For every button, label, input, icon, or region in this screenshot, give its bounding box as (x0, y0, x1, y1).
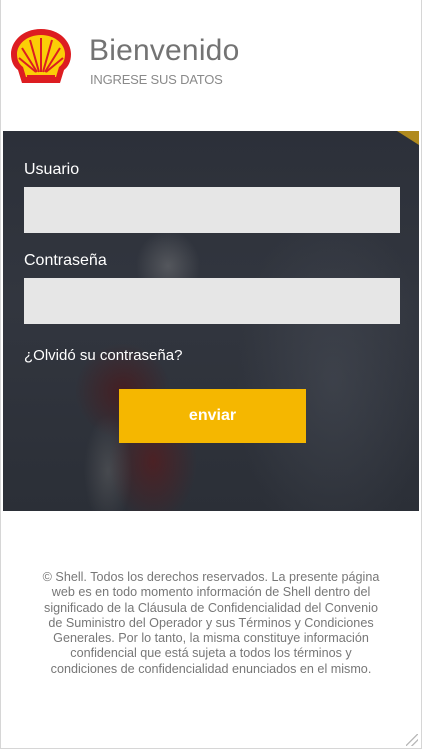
footer-legal-text: © Shell. Todos los derechos reservados. … (42, 570, 380, 676)
username-input[interactable] (24, 187, 400, 233)
username-label: Usuario (24, 161, 80, 178)
shell-logo-icon (11, 29, 71, 83)
page-title: Bienvenido (89, 34, 240, 67)
header: Bienvenido INGRESE SUS DATOS (0, 0, 422, 130)
forgot-password-link[interactable]: ¿Olvidó su contraseña? (24, 347, 182, 364)
page-subtitle: INGRESE SUS DATOS (90, 72, 223, 87)
password-label: Contraseña (24, 252, 107, 269)
password-input[interactable] (24, 278, 400, 324)
panel-corner-accent (397, 131, 419, 145)
resize-grip-icon[interactable] (406, 734, 418, 746)
submit-button[interactable]: enviar (119, 389, 306, 443)
login-panel: Usuario Contraseña ¿Olvidó su contraseña… (3, 131, 419, 511)
